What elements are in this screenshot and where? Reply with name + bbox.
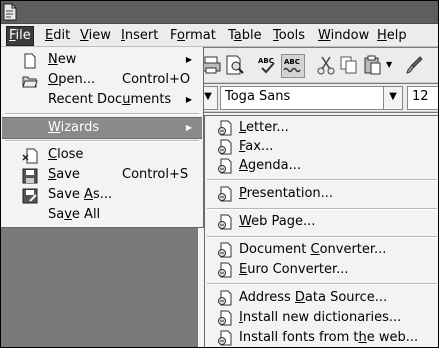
file-menu-wizards[interactable]: Wizards ▶ [2, 117, 202, 139]
new-document-icon [24, 53, 36, 69]
wizard-icon [218, 310, 232, 326]
menu-separator [207, 179, 437, 181]
autospellcheck-icon[interactable]: ABC [281, 54, 305, 78]
wizard-icon [218, 262, 232, 278]
file-menu-close[interactable]: Close [2, 145, 202, 165]
wizard-fax[interactable]: Fax... [205, 137, 439, 156]
wizard-icon [218, 158, 232, 174]
font-name-field[interactable]: Toga Sans [220, 86, 386, 110]
svg-text:ABC: ABC [284, 58, 300, 66]
wizard-web-page[interactable]: Web Page... [205, 212, 439, 231]
standard-toolbar: ABC ABC ▼ [198, 48, 439, 83]
menu-separator [207, 208, 437, 210]
wizard-euro-converter[interactable]: Euro Converter... [205, 260, 439, 279]
file-menu-recent-documents[interactable]: Recent Documents ▶ [2, 90, 202, 110]
menu-edit[interactable]: Edit [43, 27, 72, 45]
wizard-icon [218, 139, 232, 155]
menu-separator [207, 283, 437, 285]
wizard-icon [218, 186, 232, 202]
menu-separator [207, 236, 437, 238]
menu-separator [5, 113, 199, 115]
wizard-agenda[interactable]: Agenda... [205, 156, 439, 175]
wizard-icon [218, 330, 232, 346]
save-icon [22, 168, 38, 184]
file-menu-save-as[interactable]: Save As... [2, 185, 202, 205]
menu-format[interactable]: Format [168, 27, 218, 45]
window-titlebar [0, 0, 439, 24]
submenu-arrow-icon: ▶ [185, 55, 192, 64]
wizard-presentation[interactable]: Presentation... [205, 184, 439, 203]
menu-file[interactable]: File [6, 26, 34, 46]
file-menu-open[interactable]: Open... Control+O [2, 70, 202, 90]
menu-view[interactable]: View [78, 27, 113, 45]
menu-separator [5, 140, 199, 142]
menubar: File Edit View Insert Format Table Tools… [0, 24, 439, 47]
paste-dropdown-arrow-icon[interactable]: ▼ [386, 60, 392, 69]
menu-insert[interactable]: Insert [119, 27, 160, 45]
close-document-icon [22, 148, 38, 164]
font-name-dropdown-button[interactable]: ▼ [383, 86, 403, 110]
cut-icon[interactable] [315, 54, 337, 76]
formatting-toolbar: ▼ Toga Sans ▼ 12 [198, 84, 439, 112]
open-shortcut: Control+O [122, 72, 191, 87]
svg-text:ABC: ABC [258, 57, 274, 65]
paste-icon[interactable] [362, 54, 384, 76]
wizards-submenu: Letter... Fax... Agenda... Presentation.… [204, 115, 439, 348]
font-size-field[interactable]: 12 [407, 86, 439, 110]
wizard-icon [218, 214, 232, 230]
save-shortcut: Control+S [122, 167, 189, 182]
menu-window[interactable]: Window [316, 27, 371, 45]
file-menu: New ▶ Open... Control+O Recent Documents… [0, 47, 204, 228]
format-paintbrush-icon[interactable] [403, 54, 425, 76]
open-folder-icon [22, 76, 38, 88]
file-menu-save-all[interactable]: Save All [2, 205, 202, 225]
wizard-install-fonts[interactable]: Install fonts from the web... [205, 328, 439, 347]
menu-table[interactable]: Table [226, 27, 264, 45]
wizard-address-data-source[interactable]: Address Data Source... [205, 288, 439, 307]
submenu-arrow-icon: ▶ [185, 95, 192, 104]
submenu-arrow-icon: ▶ [185, 123, 192, 132]
wizard-letter[interactable]: Letter... [205, 118, 439, 137]
wizard-icon [218, 290, 232, 306]
menu-help[interactable]: Help [375, 27, 409, 45]
wizard-icon [218, 120, 232, 136]
copy-icon[interactable] [338, 54, 360, 76]
app-document-icon [3, 3, 17, 21]
page-preview-icon[interactable] [224, 54, 246, 76]
wizard-install-dictionaries[interactable]: Install new dictionaries... [205, 308, 439, 327]
file-menu-save[interactable]: Save Control+S [2, 165, 202, 185]
wizard-icon [218, 242, 232, 258]
wizard-document-converter[interactable]: Document Converter... [205, 240, 439, 259]
spellcheck-icon[interactable]: ABC [256, 54, 278, 76]
menu-tools[interactable]: Tools [271, 27, 307, 45]
save-as-icon [22, 188, 38, 204]
file-menu-new[interactable]: New ▶ [2, 50, 202, 70]
